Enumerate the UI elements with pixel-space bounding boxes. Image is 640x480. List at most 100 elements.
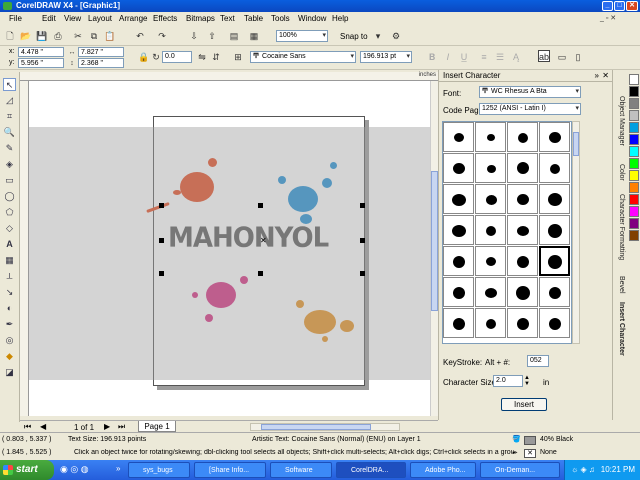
connector-tool-icon[interactable]: ↘ [3, 286, 16, 299]
undo-icon[interactable]: ↶ [134, 30, 146, 42]
doc-window-controls[interactable]: _ ▫ ✕ [600, 14, 616, 22]
maximize-button[interactable]: □ [614, 1, 625, 11]
menu-bitmaps[interactable]: Bitmaps [186, 14, 215, 23]
glyph-cell[interactable] [475, 153, 506, 183]
outline-tool-icon[interactable]: ◎ [3, 334, 16, 347]
glyph-cell[interactable] [475, 246, 506, 276]
task-software[interactable]: Software [270, 462, 332, 478]
tab-bevel[interactable]: Bevel [614, 276, 628, 294]
grid-scroll-thumb[interactable] [573, 132, 579, 156]
palette-swatch[interactable] [629, 86, 639, 97]
page-tab[interactable]: Page 1 [138, 421, 176, 432]
text-tool-icon[interactable]: A [3, 238, 16, 251]
character-size-field[interactable]: 2.0 [493, 375, 523, 387]
eyedropper-tool-icon[interactable]: ✒ [3, 318, 16, 331]
vertical-ruler[interactable] [20, 81, 29, 416]
palette-swatch[interactable] [629, 182, 639, 193]
palette-swatch[interactable] [629, 98, 639, 109]
menu-tools[interactable]: Tools [271, 14, 290, 23]
glyph-cell[interactable] [475, 184, 506, 214]
bullets-icon[interactable]: ☰ [494, 51, 506, 63]
cut-icon[interactable]: ✂ [72, 30, 84, 42]
polygon-tool-icon[interactable]: ⬠ [3, 206, 16, 219]
glyph-cell[interactable] [443, 277, 474, 307]
task-adobe-photoshop[interactable]: Adobe Pho... [410, 462, 476, 478]
horizontal-ruler[interactable]: inches [20, 72, 438, 81]
redo-icon[interactable]: ↷ [156, 30, 168, 42]
palette-swatch[interactable] [629, 122, 639, 133]
selection-handle[interactable] [360, 271, 365, 276]
zoom-levels-dropdown[interactable]: 100% [276, 30, 328, 42]
drop-cap-icon[interactable]: Ą [510, 51, 522, 63]
edit-text-icon[interactable]: ab [538, 50, 550, 62]
task-share-info[interactable]: [Share Info... [194, 462, 266, 478]
tab-insert-character[interactable]: Insert Character [614, 302, 628, 356]
task-coreldraw[interactable]: CorelDRA... [336, 462, 406, 478]
tab-color[interactable]: Color [614, 164, 628, 181]
task-on-demand[interactable]: On-Deman... [480, 462, 560, 478]
width-field[interactable]: 7.827 " [78, 47, 124, 57]
menu-table[interactable]: Table [244, 14, 263, 23]
glyph-cell[interactable] [443, 308, 474, 338]
glyph-cell[interactable] [539, 277, 570, 307]
interactive-fill-icon[interactable]: ◪ [3, 366, 16, 379]
glyph-cell[interactable] [475, 122, 506, 152]
glyph-cell[interactable] [539, 184, 570, 214]
selection-handle[interactable] [258, 271, 263, 276]
dimension-tool-icon[interactable]: ⟂ [3, 270, 16, 283]
character-grid[interactable] [442, 121, 572, 344]
glyph-cell[interactable] [507, 122, 538, 152]
tab-object-manager[interactable]: Object Manager [614, 96, 628, 146]
quicklaunch-icons[interactable]: ◉ ◎ ◍ [60, 464, 89, 475]
menu-layout[interactable]: Layout [88, 14, 112, 23]
palette-swatch[interactable] [629, 110, 639, 121]
selected-text-object[interactable]: MAHONYOL ✕ [159, 203, 370, 276]
x-position-field[interactable]: 4.478 " [18, 47, 64, 57]
menu-view[interactable]: View [64, 14, 81, 23]
palette-swatch[interactable] [629, 194, 639, 205]
basic-shapes-icon[interactable]: ◇ [3, 222, 16, 235]
copy-icon[interactable]: ⧉ [88, 30, 100, 42]
align-icon[interactable]: ≡ [478, 51, 490, 63]
palette-swatch[interactable] [629, 134, 639, 145]
tab-character-formatting[interactable]: Character Formatting [614, 194, 628, 260]
horizontal-scrollbar[interactable] [250, 423, 400, 431]
menu-window[interactable]: Window [298, 14, 326, 23]
underline-icon[interactable]: U̲ [458, 51, 470, 63]
glyph-cell[interactable] [507, 215, 538, 245]
glyph-cell[interactable] [443, 184, 474, 214]
close-button[interactable]: ✕ [626, 1, 638, 11]
selection-handle[interactable] [159, 203, 164, 208]
outline-swatch[interactable]: ✕ [524, 449, 536, 458]
print-icon[interactable]: ⎙ [52, 30, 64, 42]
selection-handle[interactable] [360, 238, 365, 243]
palette-swatch[interactable] [629, 170, 639, 181]
palette-swatch[interactable] [629, 218, 639, 229]
glyph-cell[interactable] [443, 246, 474, 276]
font-list-dropdown[interactable]: Ͳ Cocaine Sans [250, 51, 356, 63]
minimize-button[interactable]: _ [602, 1, 613, 11]
mirror-horizontal-icon[interactable]: ⇋ [196, 51, 208, 63]
snap-to-dropdown[interactable]: Snap to [340, 32, 368, 41]
more-quicklaunch-icon[interactable]: » [116, 464, 120, 473]
last-page-icon[interactable]: ⏭ [118, 422, 125, 432]
canvas-vertical-scrollbar[interactable] [430, 81, 438, 416]
vertical-text-icon[interactable]: ▯ [572, 51, 584, 63]
horizontal-text-icon[interactable]: ▭ [556, 51, 568, 63]
glyph-cell[interactable] [539, 215, 570, 245]
options-icon[interactable]: ⚙ [390, 30, 402, 42]
font-size-dropdown[interactable]: 196.913 pt [360, 51, 412, 63]
shape-tool-icon[interactable]: ◿ [3, 94, 16, 107]
pick-tool-icon[interactable]: ↖ [3, 78, 16, 91]
glyph-cell[interactable] [443, 122, 474, 152]
freehand-tool-icon[interactable]: ✎ [3, 142, 16, 155]
palette-swatch[interactable] [629, 146, 639, 157]
smart-fill-icon[interactable]: ◈ [3, 158, 16, 171]
glyph-cell[interactable] [507, 153, 538, 183]
center-marker-icon[interactable]: ✕ [260, 236, 267, 245]
menu-file[interactable]: File [9, 14, 22, 23]
blend-tool-icon[interactable]: ◐ [3, 302, 16, 315]
glyph-cell[interactable] [507, 277, 538, 307]
menu-text[interactable]: Text [220, 14, 235, 23]
snap-options-icon[interactable]: ▾ [372, 30, 384, 42]
